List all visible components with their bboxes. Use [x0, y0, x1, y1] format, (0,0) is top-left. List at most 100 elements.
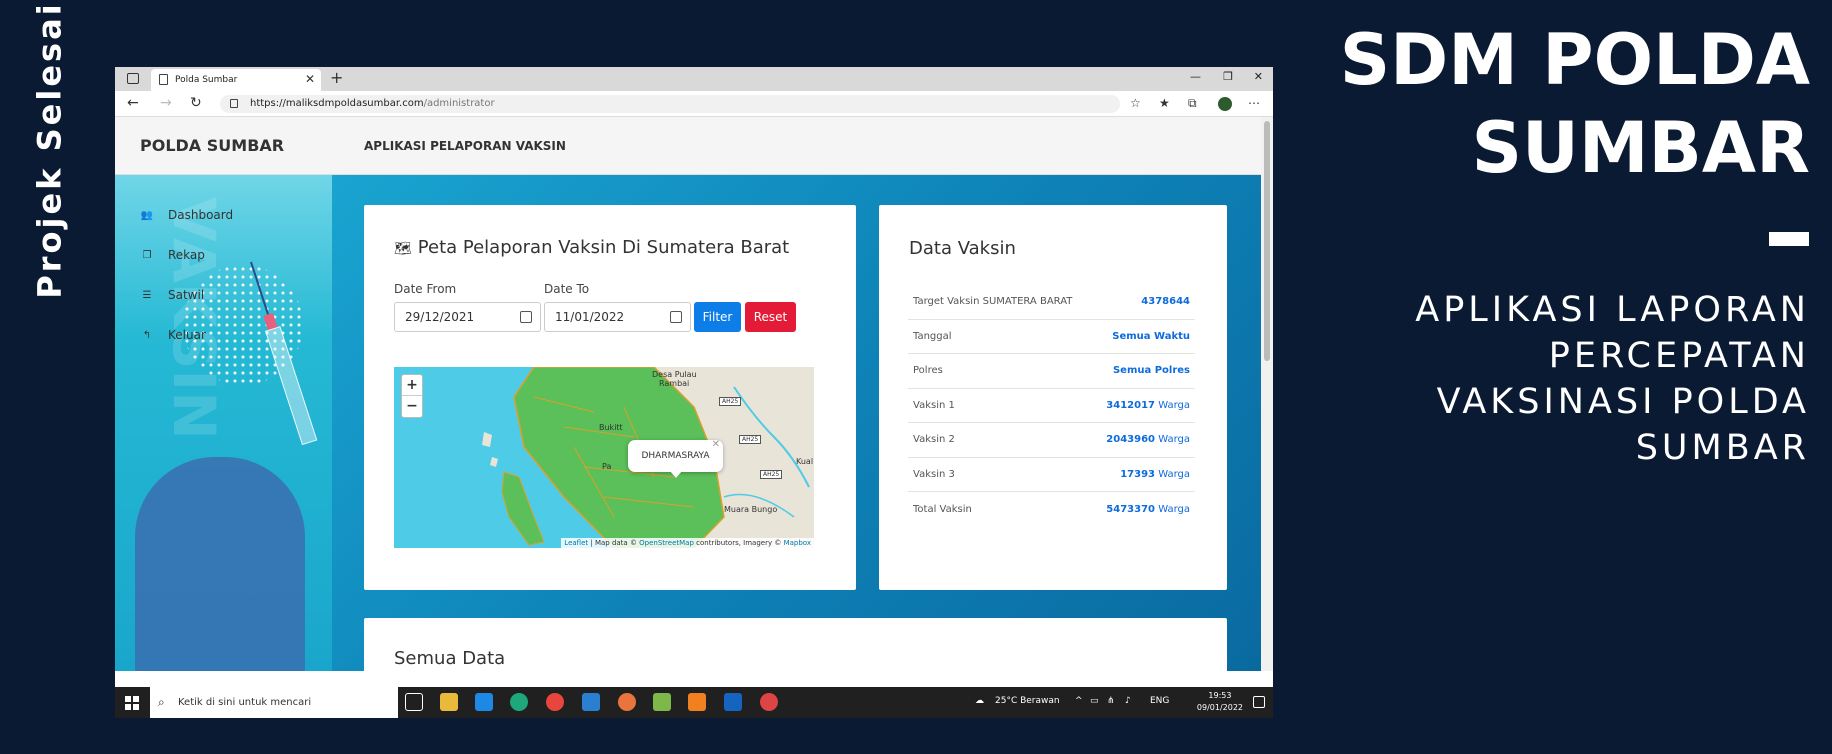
- refresh-icon[interactable]: ↻: [190, 95, 202, 111]
- task-view-icon[interactable]: [405, 693, 423, 711]
- calendar-icon[interactable]: [520, 311, 532, 323]
- forward-icon[interactable]: →: [160, 95, 172, 111]
- map-label: Desa Pulau: [652, 370, 697, 379]
- sidebar-item-rekap[interactable]: ❐ Rekap: [140, 235, 233, 275]
- xampp-icon[interactable]: [688, 693, 706, 711]
- table-row: Target Vaksin SUMATERA BARAT 4378644: [908, 285, 1195, 320]
- chrome-profile-icon[interactable]: [618, 693, 636, 711]
- sidebar-item-satwil[interactable]: ☰ Satwil: [140, 275, 233, 315]
- browser-tab[interactable]: Polda Sumbar ✕: [151, 69, 321, 91]
- sidebar-item-keluar[interactable]: ↰ Keluar: [140, 315, 233, 355]
- topbar-title: APLIKASI PELAPORAN VAKSIN: [332, 117, 1261, 175]
- address-bar: ← → ↻ https://maliksdmpoldasumbar.com/ad…: [115, 91, 1273, 117]
- notification-icon[interactable]: [1253, 696, 1265, 708]
- back-icon[interactable]: ←: [127, 95, 139, 111]
- page-icon: [159, 74, 168, 85]
- favorite-add-icon[interactable]: ☆: [1130, 96, 1141, 110]
- map-label: Pa: [602, 462, 612, 471]
- tab-bar: Polda Sumbar ✕ + — ❐ ✕: [115, 67, 1273, 91]
- tray-overflow-icon[interactable]: ^: [1075, 696, 1083, 706]
- close-window-icon[interactable]: ✕: [1254, 70, 1263, 83]
- map-icon: 🗺: [394, 241, 412, 257]
- mail-icon[interactable]: [475, 693, 493, 711]
- data-table: Target Vaksin SUMATERA BARAT 4378644 Tang…: [908, 285, 1195, 527]
- tab-actions-icon[interactable]: [127, 73, 139, 84]
- network-icon[interactable]: ⋔: [1107, 696, 1115, 706]
- maps-icon[interactable]: [724, 693, 742, 711]
- file-explorer-icon[interactable]: [440, 693, 458, 711]
- table-row: Vaksin 2 2043960 Warga: [908, 423, 1195, 458]
- title-divider: [1769, 232, 1809, 246]
- users-icon: 👥: [140, 209, 154, 221]
- chrome-alt-icon[interactable]: [760, 693, 778, 711]
- profile-avatar[interactable]: [1218, 97, 1232, 111]
- map-label: Rambai: [659, 379, 690, 388]
- map-label: Muara Bungo: [724, 505, 778, 514]
- battery-icon[interactable]: ▭: [1090, 696, 1099, 706]
- close-tab-icon[interactable]: ✕: [305, 72, 315, 86]
- map-label: Bukitt: [599, 423, 623, 432]
- calendar-icon[interactable]: [670, 311, 682, 323]
- data-card-title: Data Vaksin: [909, 238, 1016, 259]
- map-label: Kual: [796, 457, 814, 466]
- map-card-title: 🗺 Peta Pelaporan Vaksin Di Sumatera Barat: [394, 237, 790, 258]
- collections-icon[interactable]: ⧉: [1188, 96, 1197, 111]
- favorites-icon[interactable]: ★: [1159, 96, 1170, 110]
- slide-subtitle: APLIKASI LAPORAN PERCEPATAN VAKSINASI PO…: [1415, 290, 1810, 468]
- slide-title: SDM POLDA SUMBAR: [1339, 19, 1810, 189]
- zoom-in-button[interactable]: +: [402, 375, 422, 396]
- map-tiles: [482, 367, 814, 548]
- chrome-icon[interactable]: [546, 693, 564, 711]
- scrollbar-thumb[interactable]: [1264, 121, 1270, 361]
- map-view[interactable]: + − Desa Pulau Rambai Bukitt Pa Kual Mua…: [394, 367, 814, 548]
- data-vaksin-card: Data Vaksin Target Vaksin SUMATERA BARAT…: [879, 205, 1227, 590]
- sidebar: POLDA SUMBAR VAKSIN 👥Dashboard ❐Rekap ☰S…: [115, 117, 332, 671]
- new-tab-icon[interactable]: +: [330, 68, 343, 87]
- date-from-input[interactable]: 29/12/2021: [394, 302, 541, 332]
- date-to-input[interactable]: 11/01/2022: [544, 302, 691, 332]
- volume-icon[interactable]: ♪: [1125, 696, 1131, 706]
- system-clock[interactable]: 19:53 09/01/2022: [1197, 690, 1243, 714]
- table-row: Total Vaksin 5473370 Warga: [913, 503, 1190, 515]
- map-attribution: Leaflet | Map data © OpenStreetMap contr…: [561, 538, 814, 548]
- taskbar-search[interactable]: ⌕ Ketik di sini untuk mencari: [150, 687, 398, 718]
- restore-icon[interactable]: ❐: [1223, 70, 1233, 83]
- lock-icon: [230, 99, 238, 108]
- close-popup-icon[interactable]: ✕: [712, 429, 720, 461]
- weather-status[interactable]: 25°C Berawan: [995, 696, 1060, 706]
- vscode-icon[interactable]: [582, 693, 600, 711]
- browser-window: Polda Sumbar ✕ + — ❐ ✕ ← → ↻ https://mal…: [115, 67, 1273, 718]
- taskbar: ⌕ Ketik di sini untuk mencari ☁ 25°C Bera…: [115, 687, 1273, 718]
- popup-tip: [670, 471, 682, 478]
- road-label: AH25: [739, 435, 762, 444]
- web-page: POLDA SUMBAR VAKSIN 👥Dashboard ❐Rekap ☰S…: [115, 117, 1261, 671]
- road-label: AH25: [719, 397, 742, 406]
- map-card: 🗺 Peta Pelaporan Vaksin Di Sumatera Barat…: [364, 205, 856, 590]
- zoom-control: + −: [401, 374, 423, 418]
- page-scrollbar[interactable]: [1261, 117, 1273, 671]
- notepad-icon[interactable]: [653, 693, 671, 711]
- language-indicator[interactable]: ENG: [1150, 696, 1169, 706]
- minimize-icon[interactable]: —: [1190, 70, 1201, 83]
- copy-icon: ❐: [142, 249, 152, 261]
- sidebar-menu: 👥 Dashboard ❐ Rekap ☰ Satwil ↰ Keluar: [140, 195, 233, 355]
- all-data-title: Semua Data: [394, 648, 506, 669]
- filter-button[interactable]: Filter: [694, 302, 741, 332]
- tab-title: Polda Sumbar: [175, 75, 238, 85]
- table-row: Vaksin 3 17393 Warga: [908, 458, 1195, 492]
- edge-icon[interactable]: [510, 693, 528, 711]
- reset-button[interactable]: Reset: [745, 302, 796, 332]
- date-to-label: Date To: [544, 282, 590, 296]
- weather-icon[interactable]: ☁: [975, 696, 984, 706]
- table-row: Tanggal Semua Waktu: [908, 320, 1195, 354]
- zoom-out-button[interactable]: −: [402, 396, 422, 417]
- url-field[interactable]: https://maliksdmpoldasumbar.com/administ…: [220, 95, 1120, 113]
- sidebar-item-dashboard[interactable]: 👥 Dashboard: [140, 195, 233, 235]
- main-content: 🗺 Peta Pelaporan Vaksin Di Sumatera Barat…: [332, 175, 1261, 671]
- vertical-label: Projek Selesai: [31, 1, 69, 299]
- more-menu-icon[interactable]: ⋯: [1248, 96, 1260, 110]
- map-popup: DHARMASRAYA ✕: [628, 439, 723, 472]
- table-row: Polres Semua Polres: [908, 354, 1195, 389]
- windows-start-icon[interactable]: [125, 696, 139, 710]
- logout-icon: ↰: [142, 329, 152, 341]
